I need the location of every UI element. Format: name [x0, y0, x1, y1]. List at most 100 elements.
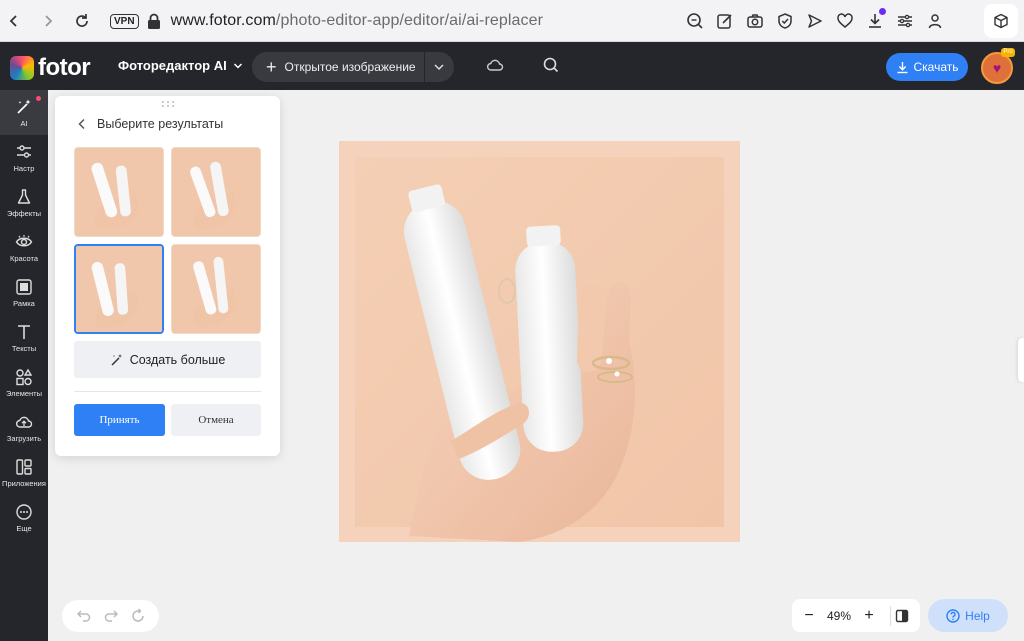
- heart-icon[interactable]: [832, 8, 858, 34]
- magic-wand-icon: [111, 353, 122, 366]
- forward-icon[interactable]: [34, 7, 62, 35]
- result-image: [172, 245, 260, 333]
- tool-label: Настр: [13, 163, 35, 173]
- panel-title: Выберите результаты: [97, 117, 224, 131]
- tool-label: Еще: [16, 523, 32, 533]
- cloud-icon[interactable]: [486, 56, 504, 74]
- editor-mode-label: Фоторедактор AI: [118, 58, 227, 73]
- divider: [74, 391, 261, 392]
- camera-icon[interactable]: [742, 8, 768, 34]
- redo-icon[interactable]: [103, 608, 119, 624]
- tool-label: Элементы: [6, 388, 42, 398]
- result-thumbnail[interactable]: [171, 147, 261, 237]
- result-image: [172, 148, 260, 236]
- editor-mode-dropdown[interactable]: Фоторедактор AI: [118, 58, 243, 73]
- tool-ai[interactable]: AI: [0, 90, 48, 135]
- sliders-icon: [17, 144, 31, 158]
- reset-icon[interactable]: [130, 608, 146, 624]
- zoom-out-button[interactable]: −: [792, 607, 826, 625]
- logo-mark: [10, 56, 34, 80]
- result-thumbnail[interactable]: [74, 147, 164, 237]
- ai-replacer-panel: Выберите результаты Создать больше Приня…: [55, 96, 280, 456]
- tool-beauty[interactable]: Красота: [0, 225, 48, 270]
- tool-label: Загрузить: [6, 433, 42, 443]
- tool-text[interactable]: Тексты: [0, 315, 48, 360]
- download-button[interactable]: Скачать: [886, 53, 968, 81]
- browser-toolbar: VPN www.fotor.com/photo-editor-app/edito…: [0, 0, 1024, 42]
- result-thumbnail-selected[interactable]: [74, 244, 164, 334]
- settings-sliders-icon[interactable]: [892, 8, 918, 34]
- open-image-button[interactable]: + Открытое изображение: [252, 52, 454, 82]
- generate-more-button[interactable]: Создать больше: [74, 341, 261, 378]
- tool-label: Красота: [9, 253, 39, 263]
- question-circle-icon: [946, 608, 960, 623]
- search-page-icon[interactable]: [682, 8, 708, 34]
- zoom-level[interactable]: 49%: [826, 609, 852, 623]
- flask-icon: [17, 188, 31, 204]
- help-button[interactable]: Help: [928, 599, 1008, 632]
- tool-label: Приложения: [2, 478, 46, 488]
- magic-wand-icon: [17, 99, 31, 114]
- vpn-badge[interactable]: VPN: [110, 13, 139, 29]
- help-label: Help: [965, 608, 990, 623]
- result-thumbnail[interactable]: [171, 244, 261, 334]
- tool-effects[interactable]: Эффекты: [0, 180, 48, 225]
- tool-apps[interactable]: Приложения: [0, 450, 48, 495]
- logo-text: fotor: [38, 54, 91, 81]
- extension-cube-icon[interactable]: [984, 4, 1018, 38]
- eye-icon: [15, 234, 33, 246]
- chevron-left-icon[interactable]: [77, 118, 87, 130]
- result-image: [75, 148, 163, 236]
- undo-icon[interactable]: [76, 608, 92, 624]
- app-header: fotor Фоторедактор AI + Открытое изображ…: [0, 42, 1024, 90]
- tool-label: Эффекты: [6, 208, 42, 218]
- more-icon: [16, 503, 32, 520]
- right-panel-tab[interactable]: [1018, 338, 1024, 382]
- zoom-controls: − 49% +: [792, 599, 920, 632]
- tool-more[interactable]: Еще: [0, 495, 48, 540]
- back-icon[interactable]: [0, 7, 28, 35]
- chevron-down-icon[interactable]: [433, 60, 445, 74]
- download-icon: [897, 61, 907, 73]
- plus-icon: +: [266, 57, 277, 77]
- tool-label: Тексты: [11, 343, 37, 353]
- notification-dot: [36, 96, 41, 101]
- cancel-button[interactable]: Отмена: [171, 404, 261, 436]
- tool-frame[interactable]: Рамка: [0, 270, 48, 315]
- send-icon[interactable]: [802, 8, 828, 34]
- divider: [424, 52, 425, 82]
- zoom-in-button[interactable]: +: [852, 607, 886, 625]
- compare-icon[interactable]: [895, 609, 909, 623]
- url-path: /photo-editor-app/editor/ai/ai-replacer: [275, 12, 544, 29]
- photo-content: [339, 141, 740, 542]
- browser-actions: [682, 8, 948, 34]
- result-image: [76, 246, 162, 332]
- url-domain: www.fotor.com: [170, 12, 276, 29]
- shield-icon[interactable]: [772, 8, 798, 34]
- tool-elements[interactable]: Элементы: [0, 360, 48, 405]
- divider: [890, 605, 891, 626]
- fotor-logo[interactable]: fotor: [10, 54, 91, 82]
- open-image-label: Открытое изображение: [284, 60, 416, 74]
- search-icon[interactable]: [542, 56, 560, 74]
- frame-icon: [16, 278, 32, 295]
- shapes-icon: [16, 368, 33, 385]
- pro-badge: Pro: [1001, 48, 1015, 57]
- reload-icon[interactable]: [68, 7, 96, 35]
- canvas-photo[interactable]: [339, 141, 740, 542]
- text-icon: [18, 324, 30, 339]
- url-text: www.fotor.com/photo-editor-app/editor/ai…: [171, 12, 544, 30]
- downloads-icon[interactable]: [862, 8, 888, 34]
- profile-icon[interactable]: [922, 8, 948, 34]
- generate-more-label: Создать больше: [129, 352, 226, 367]
- accept-button[interactable]: Принять: [74, 404, 165, 436]
- apps-icon: [16, 458, 32, 475]
- upload-cloud-icon: [16, 416, 33, 428]
- tool-adjust[interactable]: Настр: [0, 135, 48, 180]
- drag-handle-icon[interactable]: [161, 100, 175, 108]
- tool-upload[interactable]: Загрузить: [0, 405, 48, 450]
- edit-icon[interactable]: [712, 8, 738, 34]
- history-controls: [62, 600, 159, 632]
- tool-sidebar: AI Настр Эффекты Красота Рамка Тексты Эл…: [0, 90, 48, 641]
- download-label: Скачать: [913, 60, 959, 74]
